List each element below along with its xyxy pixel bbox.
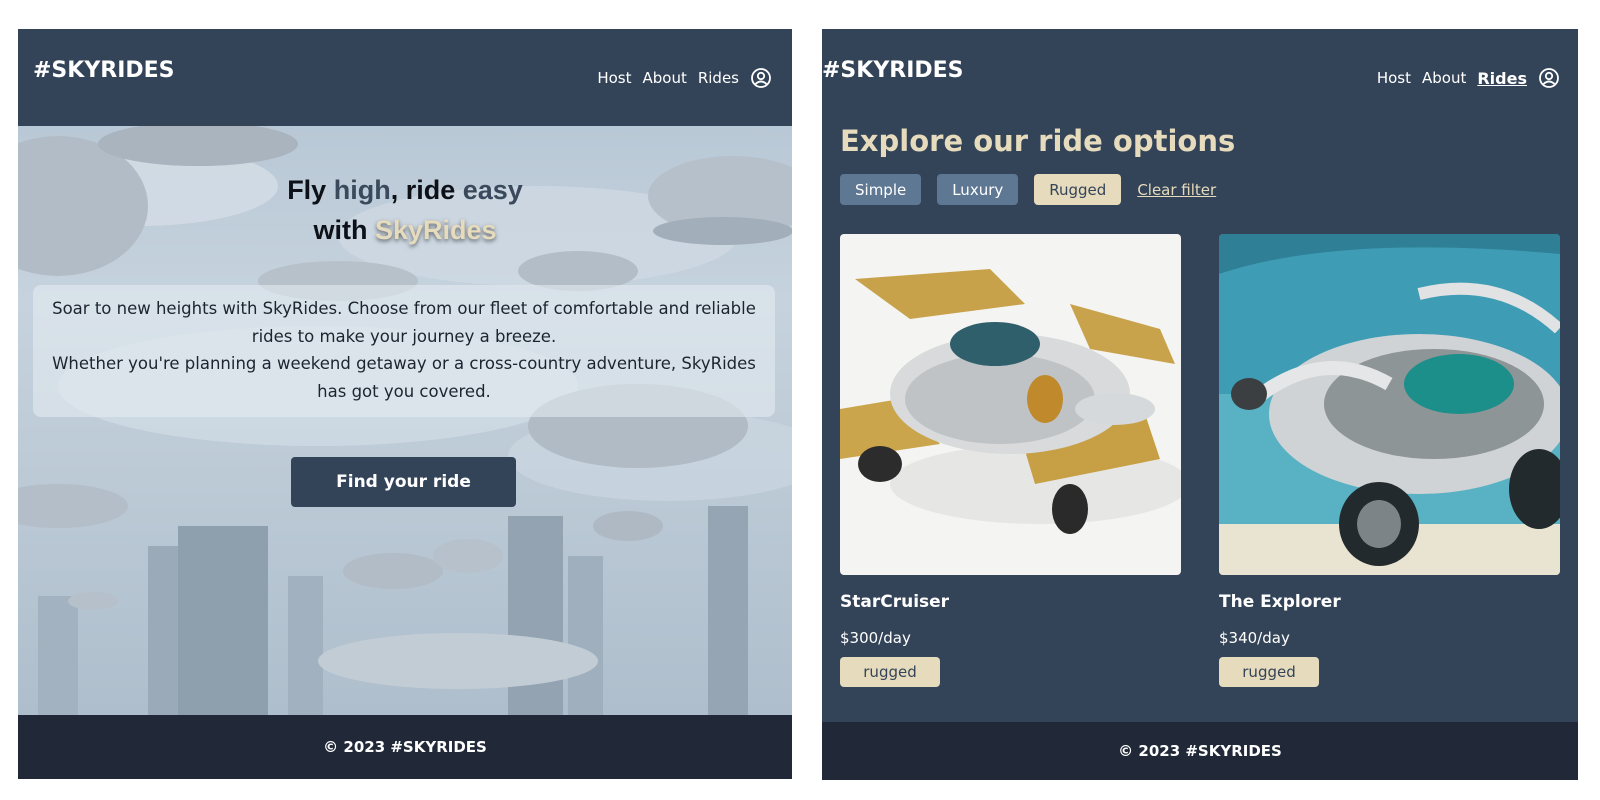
ride-tag: rugged <box>1219 657 1319 687</box>
navbar: #SKYRIDES Host About Rides <box>18 29 792 126</box>
hero-description-line: Soar to new heights with SkyRides. Choos… <box>52 299 756 346</box>
hero-title-highlight-skyrides: SkyRides <box>374 215 497 245</box>
ride-image-starcruiser[interactable] <box>840 234 1181 575</box>
nav-links: Host About Rides <box>597 67 772 89</box>
clear-filter-link[interactable]: Clear filter <box>1137 181 1216 199</box>
nav-links: Host About Rides <box>1377 67 1560 89</box>
home-page: #SKYRIDES Host About Rides Fly high, rid… <box>18 29 792 779</box>
hero-description: Soar to new heights with SkyRides. Choos… <box>33 285 775 417</box>
ride-name[interactable]: The Explorer <box>1219 592 1341 612</box>
logo[interactable]: #SKYRIDES <box>822 58 964 83</box>
filter-bar: Simple Luxury Rugged Clear filter <box>840 174 1216 205</box>
nav-about[interactable]: About <box>1422 69 1466 87</box>
hero-section: Fly high, ride easy with SkyRides Soar t… <box>18 126 792 715</box>
nav-host[interactable]: Host <box>597 69 631 87</box>
hero-description-line: Whether you're planning a weekend getawa… <box>52 354 756 401</box>
find-your-ride-button[interactable]: Find your ride <box>291 457 516 507</box>
filter-simple[interactable]: Simple <box>840 174 922 205</box>
page-title: Explore our ride options <box>840 124 1236 158</box>
hero-title: Fly high, ride easy with SkyRides <box>18 170 792 250</box>
nav-rides-active[interactable]: Rides <box>1477 69 1527 88</box>
footer: © 2023 #SKYRIDES <box>18 715 792 779</box>
filter-luxury[interactable]: Luxury <box>937 174 1019 205</box>
hero-title-highlight-high: high <box>333 175 391 205</box>
navbar: #SKYRIDES Host About Rides <box>822 29 1578 126</box>
rides-page: #SKYRIDES Host About Rides Explore our r… <box>822 29 1578 780</box>
ride-price: $300/day <box>840 629 911 647</box>
ride-price: $340/day <box>1219 629 1290 647</box>
hero-title-word: Fly <box>287 175 334 205</box>
ride-card[interactable]: The Explorer $340/day rugged <box>1219 234 1560 687</box>
filter-rugged[interactable]: Rugged <box>1034 174 1122 205</box>
ride-card[interactable]: StarCruiser $300/day rugged <box>840 234 1181 687</box>
hero-title-word: , ride <box>390 175 463 205</box>
nav-about[interactable]: About <box>642 69 686 87</box>
user-circle-icon[interactable] <box>750 67 772 89</box>
hero-title-word: with <box>313 215 375 245</box>
ride-name[interactable]: StarCruiser <box>840 592 949 612</box>
user-circle-icon[interactable] <box>1538 67 1560 89</box>
nav-rides[interactable]: Rides <box>698 69 739 87</box>
ride-image-the-explorer[interactable] <box>1219 234 1560 575</box>
logo[interactable]: #SKYRIDES <box>33 58 175 83</box>
footer: © 2023 #SKYRIDES <box>822 722 1578 780</box>
hero-title-highlight-easy: easy <box>462 175 523 205</box>
ride-tag: rugged <box>840 657 940 687</box>
nav-host[interactable]: Host <box>1377 69 1411 87</box>
